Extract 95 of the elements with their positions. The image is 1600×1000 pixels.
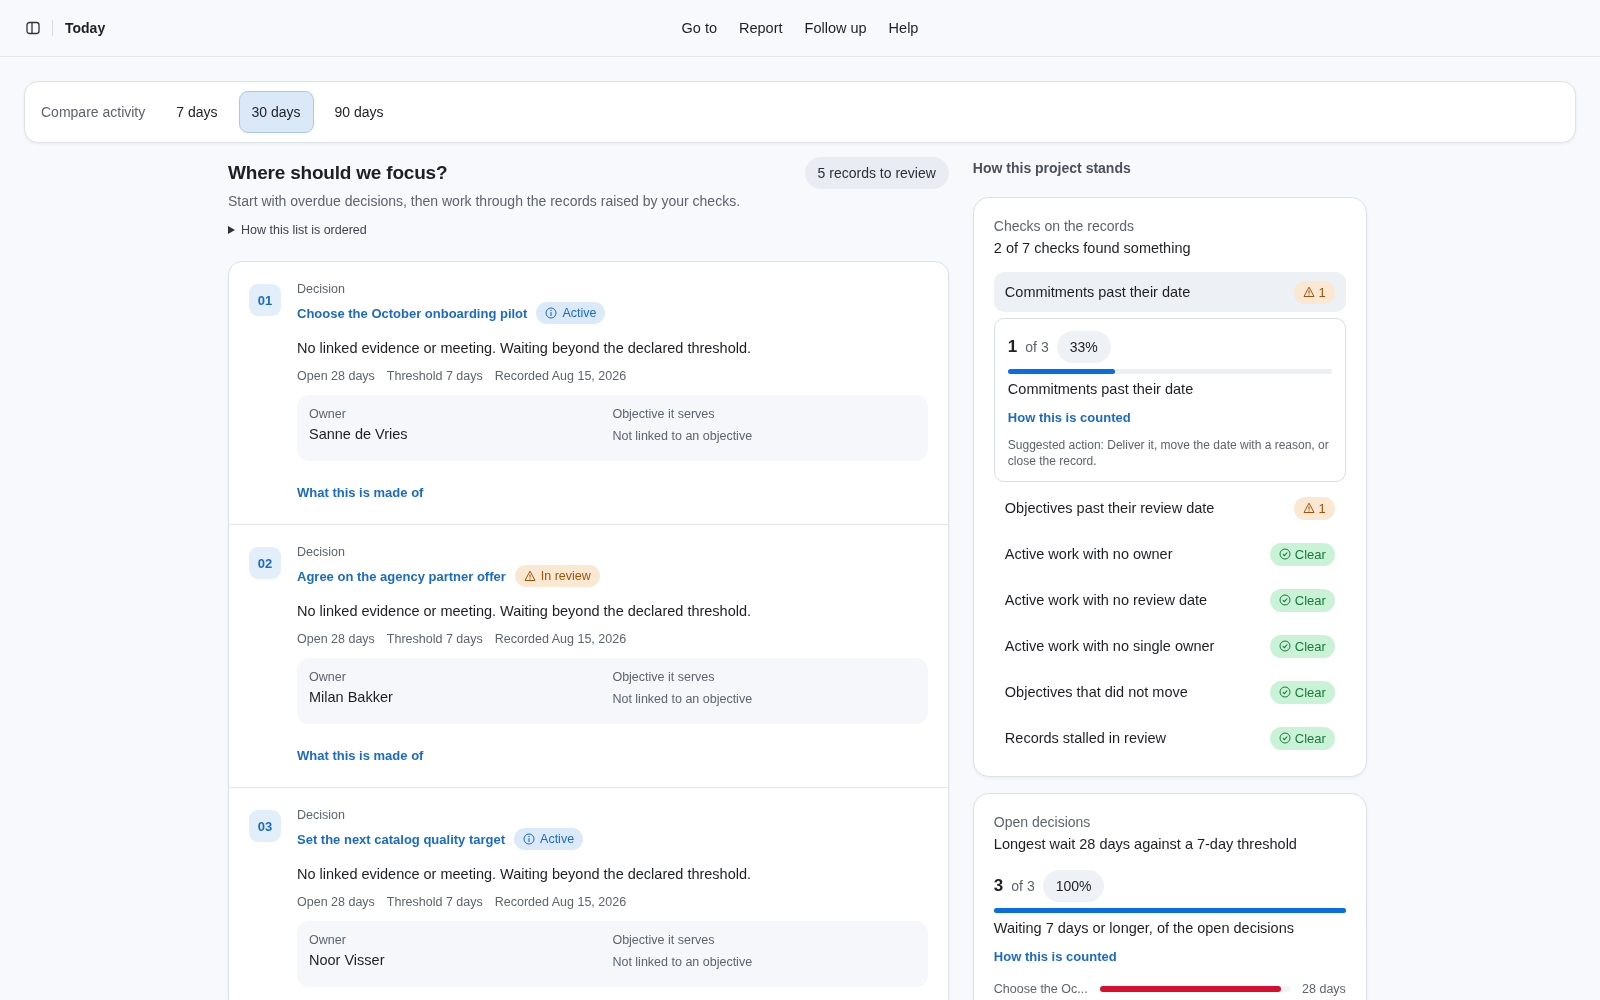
rank-number: 03 (249, 810, 281, 842)
suggested-action: Suggested action: Deliver it, move the date with a reason, or close the record. (1007, 437, 1330, 470)
objective-label: Objective it serves (612, 670, 715, 684)
check-row[interactable]: Commitments past their date 1 (993, 272, 1346, 312)
info-icon (545, 307, 558, 319)
card-label: Open decisions (993, 814, 1091, 831)
rank-number: 02 (249, 547, 281, 579)
review-count-badge: 5 records to review (804, 157, 949, 189)
objective-value: Not linked to an objective (612, 955, 753, 969)
info-icon (523, 833, 536, 845)
check-circle-icon (1278, 732, 1291, 745)
check-status-badge: Clear (1269, 588, 1335, 612)
card-summary: 2 of 7 checks found something (993, 240, 1191, 256)
period-option[interactable]: 7 days (163, 91, 231, 133)
check-row[interactable]: Objectives past their review date 1 (993, 488, 1346, 529)
wait-label: Choose the Oc... (993, 982, 1088, 997)
wait-value: 28 days (1302, 982, 1346, 997)
record-meta: Recorded Aug 15, 2026 (494, 895, 627, 909)
record-type: Decision (297, 808, 345, 822)
page-title: Today (65, 20, 106, 36)
rank-number: 01 (249, 284, 281, 316)
percent-badge: 100% (1042, 870, 1105, 903)
record-summary: No linked evidence or meeting. Waiting beyond the declared threshold. (297, 340, 752, 356)
record-type: Decision (297, 282, 345, 296)
stat-total: of 3 (1025, 339, 1049, 355)
record-meta: Open 28 days (297, 369, 375, 383)
check-row[interactable]: Active work with no single owner Clear (993, 626, 1346, 667)
record-meta: Threshold 7 days (386, 632, 483, 646)
objective-value: Not linked to an objective (612, 692, 753, 706)
record-title-link[interactable]: Set the next catalog quality target (297, 831, 506, 847)
stat-count: 3 (993, 876, 1004, 897)
check-status-badge: Clear (1269, 542, 1335, 566)
stat-caption: Commitments past their date (1007, 381, 1194, 397)
record-meta: Open 28 days (297, 895, 375, 909)
check-row[interactable]: Active work with no owner Clear (993, 534, 1346, 575)
record-type: Decision (297, 545, 345, 559)
check-status-badge: Clear (1269, 680, 1335, 704)
sidebar-toggle-icon[interactable] (26, 21, 40, 35)
record-meta: Recorded Aug 15, 2026 (494, 632, 627, 646)
record-meta: Threshold 7 days (386, 369, 483, 383)
nav-link[interactable]: Report (739, 20, 783, 36)
objective-value: Not linked to an objective (612, 429, 753, 443)
warning-icon (523, 570, 536, 582)
triangle-icon (228, 226, 235, 234)
status-badge: In review (514, 565, 600, 587)
check-row[interactable]: Objectives that did not move Clear (993, 672, 1346, 713)
stat-count: 1 (1007, 337, 1018, 357)
stat-total: of 3 (1011, 878, 1035, 895)
owner-label: Owner (309, 933, 346, 947)
counting-link[interactable]: How this is counted (1007, 410, 1131, 425)
check-status-badge: Clear (1269, 634, 1335, 658)
check-status-badge: 1 (1293, 280, 1335, 304)
record-summary: No linked evidence or meeting. Waiting beyond the declared threshold. (297, 866, 752, 882)
composition-link[interactable]: What this is made of (297, 748, 424, 763)
nav-link[interactable]: Follow up (804, 20, 867, 36)
objective-label: Objective it serves (612, 933, 715, 947)
composition-link[interactable]: What this is made of (297, 485, 424, 500)
record-title-link[interactable]: Choose the October onboarding pilot (297, 305, 528, 321)
record-summary: No linked evidence or meeting. Waiting beyond the declared threshold. (297, 603, 752, 619)
check-circle-icon (1278, 594, 1291, 607)
ordering-disclosure[interactable]: How this list is ordered (228, 223, 367, 237)
period-option[interactable]: 30 days (238, 91, 314, 133)
card-summary: Longest wait 28 days against a 7-day threshold (993, 836, 1297, 853)
stat-caption: Waiting 7 days or longer, of the open decisions (993, 920, 1294, 937)
counting-link[interactable]: How this is counted (993, 949, 1117, 965)
record-title-link[interactable]: Agree on the agency partner offer (297, 568, 506, 584)
section-heading: Where should we focus? (228, 162, 448, 184)
owner-label: Owner (309, 407, 346, 421)
record-meta: Recorded Aug 15, 2026 (494, 369, 627, 383)
owner-name: Noor Visser (309, 952, 385, 968)
warning-icon (1302, 502, 1315, 515)
owner-name: Milan Bakker (309, 689, 393, 705)
check-status-badge: 1 (1293, 496, 1335, 520)
section-subtitle: Start with overdue decisions, then work through the records raised by your checks. (228, 193, 742, 209)
nav-link[interactable]: Help (888, 20, 919, 36)
check-row[interactable]: Active work with no review date Clear (993, 580, 1346, 621)
status-badge: Active (536, 302, 606, 324)
record-meta: Threshold 7 days (386, 895, 483, 909)
compare-label: Compare activity (41, 104, 146, 120)
card-label: Checks on the records (993, 218, 1134, 234)
period-option[interactable]: 90 days (321, 91, 397, 133)
warning-icon (1302, 286, 1315, 298)
check-row[interactable]: Records stalled in review Clear (993, 718, 1346, 759)
panel-heading: How this project stands (972, 159, 1132, 178)
status-badge: Active (514, 828, 584, 850)
check-circle-icon (1278, 686, 1291, 699)
owner-label: Owner (309, 670, 346, 684)
check-circle-icon (1278, 640, 1291, 653)
check-circle-icon (1278, 548, 1291, 561)
nav-link[interactable]: Go to (681, 20, 717, 36)
objective-label: Objective it serves (612, 407, 715, 421)
owner-name: Sanne de Vries (309, 426, 408, 442)
record-meta: Open 28 days (297, 632, 375, 646)
check-status-badge: Clear (1269, 726, 1335, 750)
percent-badge: 33% (1056, 331, 1111, 363)
